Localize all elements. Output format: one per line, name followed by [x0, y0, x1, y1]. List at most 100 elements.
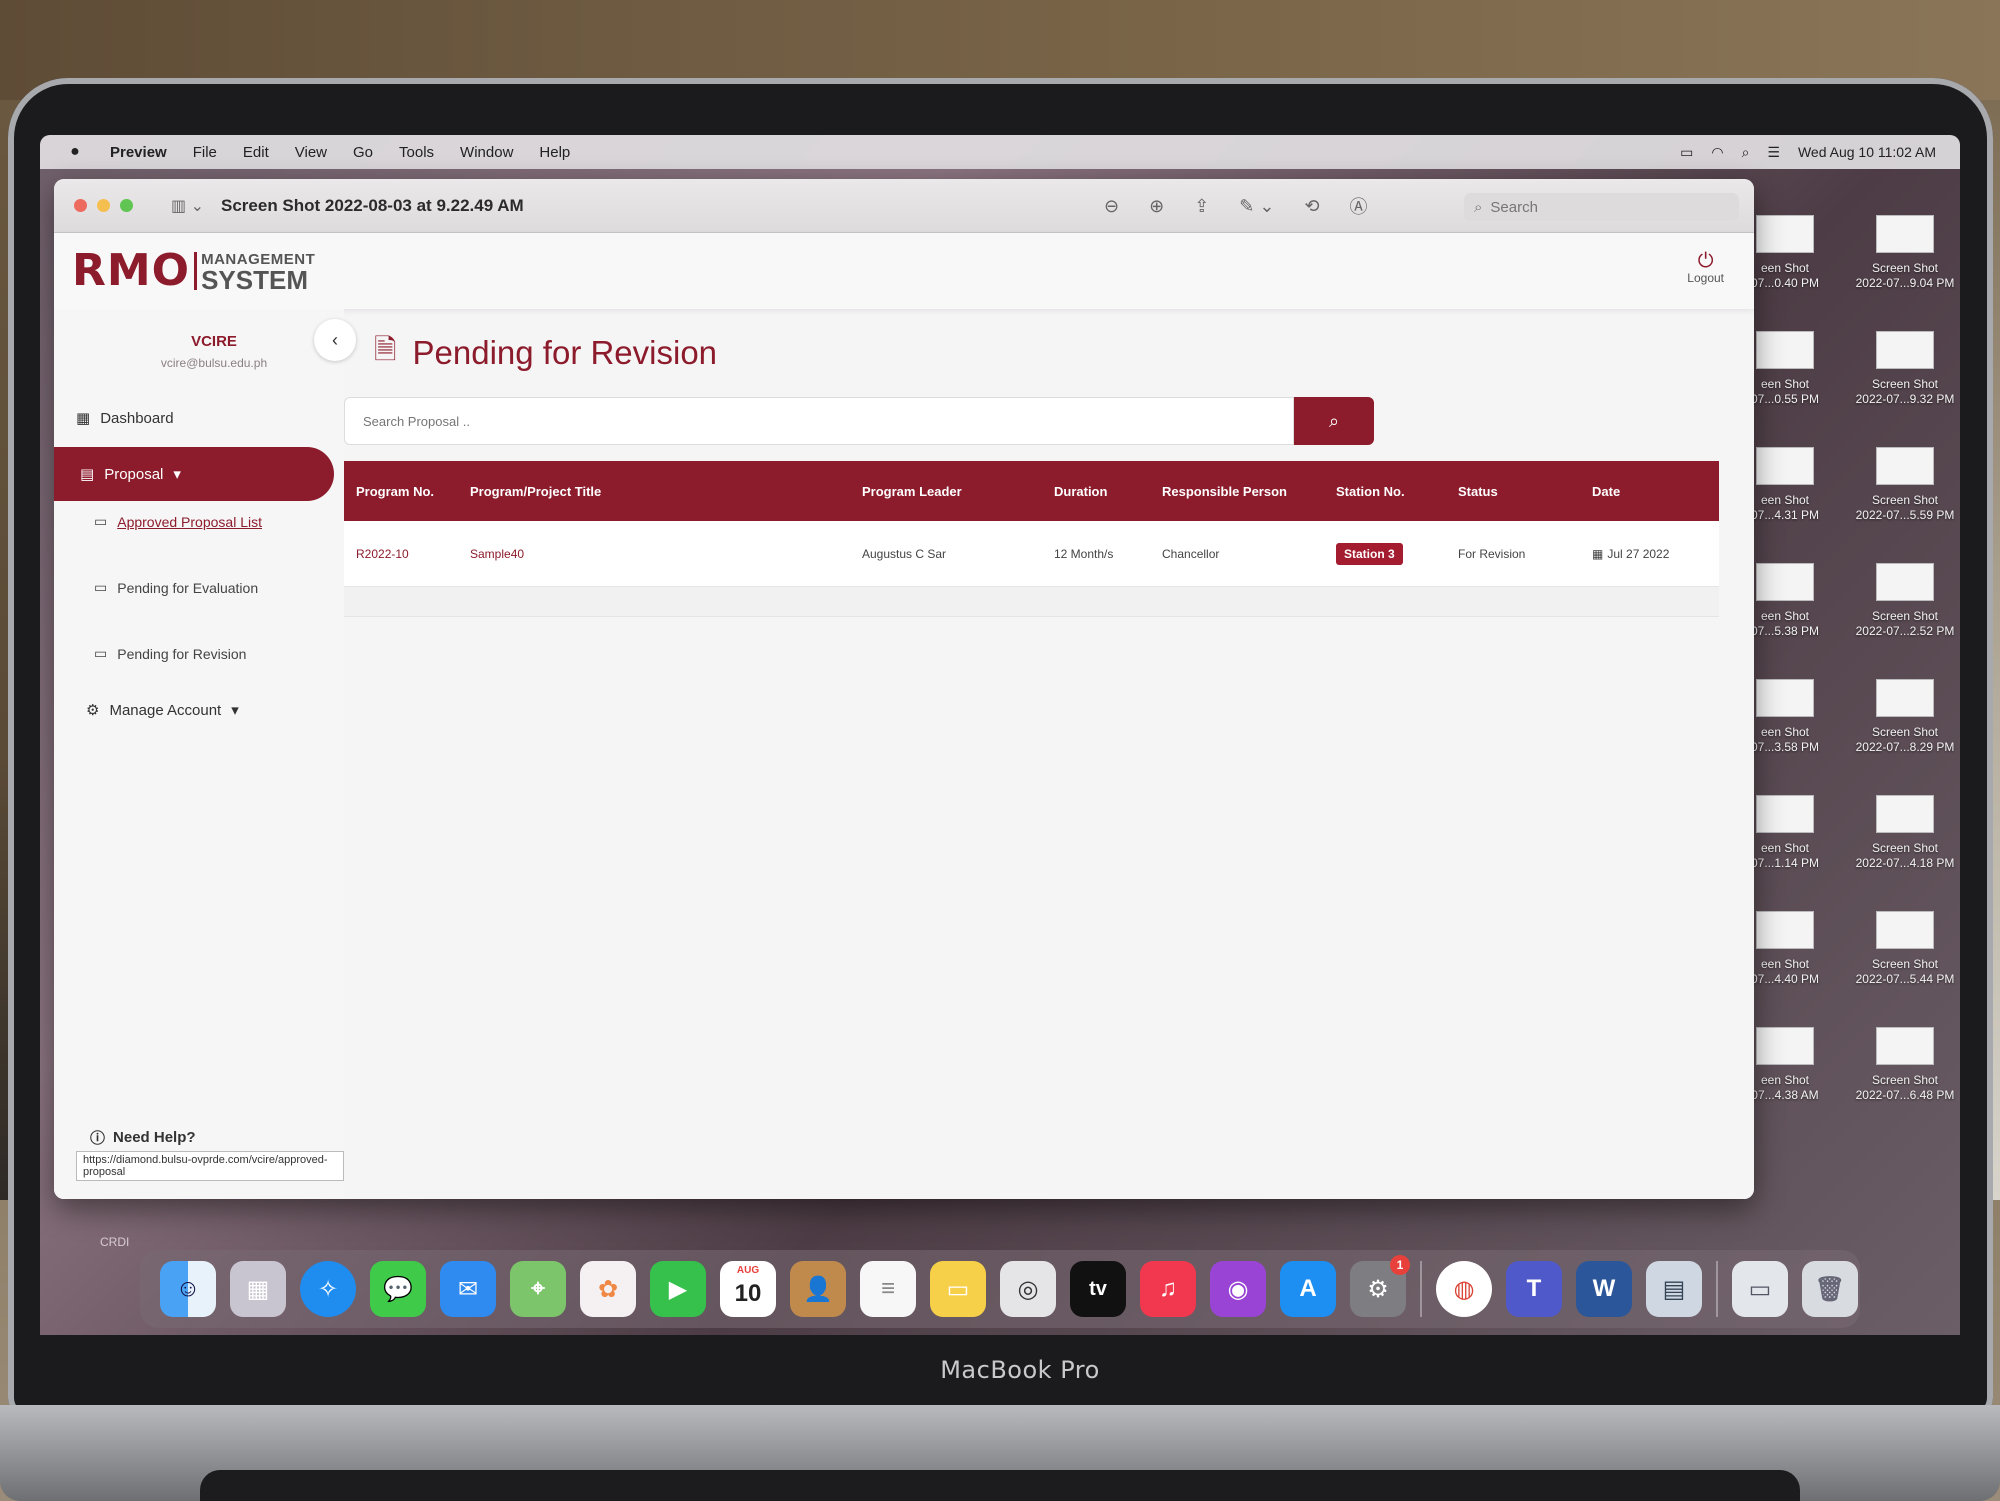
- system-preferences-icon[interactable]: ⚙ 1: [1350, 1255, 1410, 1317]
- spotlight-icon[interactable]: ⌕: [1742, 144, 1750, 161]
- search-button[interactable]: ⌕: [1294, 397, 1374, 445]
- calendar-icon[interactable]: AUG 10: [720, 1261, 776, 1317]
- table-row[interactable]: R2022-10 Sample40 Augustus C Sar 12 Mont…: [344, 521, 1719, 587]
- zoom-in-icon[interactable]: ⊕: [1149, 196, 1164, 217]
- column-header[interactable]: Status: [1458, 461, 1498, 521]
- launchpad-icon[interactable]: ▦: [230, 1261, 286, 1317]
- menu-bar-status: ▭ ◠ ⌕ ☰ Wed Aug 10 11:02 AM: [1680, 135, 1936, 169]
- help-label: Need Help?: [113, 1129, 196, 1146]
- app-store-icon[interactable]: A: [1280, 1261, 1336, 1317]
- desktop-file[interactable]: Screen Shot 2022-07...5.59 PM: [1850, 447, 1960, 523]
- menu-edit[interactable]: Edit: [243, 144, 269, 161]
- help-link[interactable]: ⓘ Need Help?: [90, 1127, 196, 1148]
- desktop-file[interactable]: Screen Shot 2022-07...9.32 PM: [1850, 331, 1960, 407]
- apple-tv-icon[interactable]: tv: [1070, 1261, 1126, 1317]
- preview-icon[interactable]: ▤: [1646, 1261, 1702, 1317]
- column-header[interactable]: Program/Project Title: [470, 461, 601, 521]
- finder-icon[interactable]: ☺: [160, 1261, 216, 1317]
- column-header[interactable]: Program Leader: [862, 461, 962, 521]
- user-profile: VCIRE vcire@bulsu.edu.ph: [114, 333, 314, 370]
- logo-divider: [194, 251, 198, 290]
- battery-icon[interactable]: ▭: [1680, 144, 1693, 161]
- markup-icon[interactable]: ✎ ⌄: [1239, 196, 1274, 217]
- file-thumbnail: [1756, 447, 1814, 485]
- close-button[interactable]: [74, 199, 87, 212]
- file-thumbnail: [1756, 679, 1814, 717]
- rmo-logo[interactable]: RMO MANAGEMENT SYSTEM: [72, 245, 315, 296]
- cell-station: Station 3: [1336, 521, 1403, 586]
- date-value: Jul 27 2022: [1607, 546, 1670, 561]
- maps-icon[interactable]: ⌖: [510, 1261, 566, 1317]
- downloads-stack-icon[interactable]: ▭: [1732, 1261, 1788, 1317]
- desktop-file[interactable]: Screen Shot 2022-07...6.48 PM: [1850, 1027, 1960, 1103]
- screen: ● Preview File Edit View Go Tools Window…: [40, 135, 1960, 1335]
- clock[interactable]: Wed Aug 10 11:02 AM: [1798, 144, 1936, 160]
- column-header[interactable]: Duration: [1054, 461, 1107, 521]
- podcasts-icon[interactable]: ◉: [1210, 1261, 1266, 1317]
- file-thumbnail: [1876, 563, 1934, 601]
- word-icon[interactable]: W: [1576, 1261, 1632, 1317]
- logout-button[interactable]: ⏻ Logout: [1687, 251, 1724, 285]
- trash-icon[interactable]: 🗑: [1802, 1261, 1858, 1317]
- sidebar-item-pending-evaluation[interactable]: ▭ Pending for Evaluation: [94, 579, 258, 596]
- screenshot-icon[interactable]: ◎: [1000, 1261, 1056, 1317]
- control-center-icon[interactable]: ☰: [1767, 144, 1780, 161]
- file-name-line1: Screen Shot: [1871, 725, 1939, 739]
- music-icon[interactable]: ♫: [1140, 1261, 1196, 1317]
- share-icon[interactable]: ⇪: [1194, 196, 1209, 217]
- cell-date: ▦ Jul 27 2022: [1592, 521, 1669, 586]
- menu-view[interactable]: View: [295, 144, 327, 161]
- notes-icon[interactable]: ▭: [930, 1261, 986, 1317]
- preview-search-field[interactable]: ⌕ Search: [1464, 193, 1739, 221]
- desktop-file[interactable]: Screen Shot 2022-07...2.52 PM: [1850, 563, 1960, 639]
- sidebar-item-dashboard[interactable]: ▦ Dashboard: [76, 409, 174, 428]
- search-input[interactable]: [344, 397, 1294, 445]
- teams-icon[interactable]: T: [1506, 1261, 1562, 1317]
- preview-window: ▥ ⌄ Screen Shot 2022-08-03 at 9.22.49 AM…: [54, 179, 1754, 1199]
- page-title: Pending for Revision: [412, 334, 718, 371]
- contacts-icon[interactable]: 👤: [790, 1261, 846, 1317]
- facetime-icon[interactable]: ▶: [650, 1261, 706, 1317]
- desktop-file[interactable]: Screen Shot 2022-07...5.44 PM: [1850, 911, 1960, 987]
- sidebar-item-manage-account[interactable]: ⚙ Manage Account ▾: [86, 701, 239, 720]
- cell-duration: 12 Month/s: [1054, 546, 1114, 561]
- menu-help[interactable]: Help: [539, 144, 570, 161]
- chrome-icon[interactable]: ◍: [1436, 1261, 1492, 1317]
- zoom-out-icon[interactable]: ⊖: [1104, 196, 1119, 217]
- menu-preview[interactable]: Preview: [110, 144, 167, 161]
- apple-icon[interactable]: ●: [66, 143, 84, 161]
- wifi-icon[interactable]: ◠: [1711, 144, 1723, 161]
- menu-tools[interactable]: Tools: [399, 144, 434, 161]
- proposals-table: Program No. Program/Project Title Progra…: [344, 461, 1719, 617]
- menu-window[interactable]: Window: [460, 144, 513, 161]
- sidebar-item-approved-proposal[interactable]: ▭ Approved Proposal List: [94, 513, 262, 530]
- user-name: VCIRE: [191, 333, 237, 350]
- sidebar-toggle-icon[interactable]: ▥ ⌄: [171, 196, 211, 216]
- rotate-icon[interactable]: ⟲: [1304, 196, 1319, 217]
- user-email: vcire@bulsu.edu.ph: [160, 356, 268, 370]
- column-header[interactable]: Responsible Person: [1162, 461, 1287, 521]
- annotate-icon[interactable]: Ⓐ: [1350, 193, 1368, 219]
- sidebar-item-proposal[interactable]: ▤ Proposal ▾: [54, 447, 334, 501]
- desktop-file[interactable]: Screen Shot 2022-07...4.18 PM: [1850, 795, 1960, 871]
- calendar-month: AUG: [736, 1265, 760, 1276]
- mail-icon[interactable]: ✉: [440, 1261, 496, 1317]
- menu-go[interactable]: Go: [353, 144, 373, 161]
- sidebar-item-pending-revision[interactable]: ▭ Pending for Revision: [94, 645, 246, 662]
- messages-icon[interactable]: 💬: [370, 1261, 426, 1317]
- gear-icon: ⚙: [86, 702, 100, 719]
- column-header[interactable]: Date: [1592, 461, 1620, 521]
- column-header[interactable]: Station No.: [1336, 461, 1405, 521]
- photos-icon[interactable]: ✿: [580, 1261, 636, 1317]
- sidebar-item-label: Proposal: [104, 465, 164, 483]
- desktop-file[interactable]: Screen Shot 2022-07...9.04 PM: [1850, 215, 1960, 291]
- zoom-button[interactable]: [120, 199, 133, 212]
- main-content: 🗎 Pending for Revision ⌕ Program No. Pro…: [344, 309, 1754, 1199]
- page-header: 🗎 Pending for Revision: [374, 329, 717, 377]
- desktop-file[interactable]: Screen Shot 2022-07...8.29 PM: [1850, 679, 1960, 755]
- column-header[interactable]: Program No.: [356, 461, 434, 521]
- minimize-button[interactable]: [97, 199, 110, 212]
- reminders-icon[interactable]: ≡: [860, 1261, 916, 1317]
- menu-file[interactable]: File: [193, 144, 217, 161]
- safari-icon[interactable]: ✧: [300, 1261, 356, 1317]
